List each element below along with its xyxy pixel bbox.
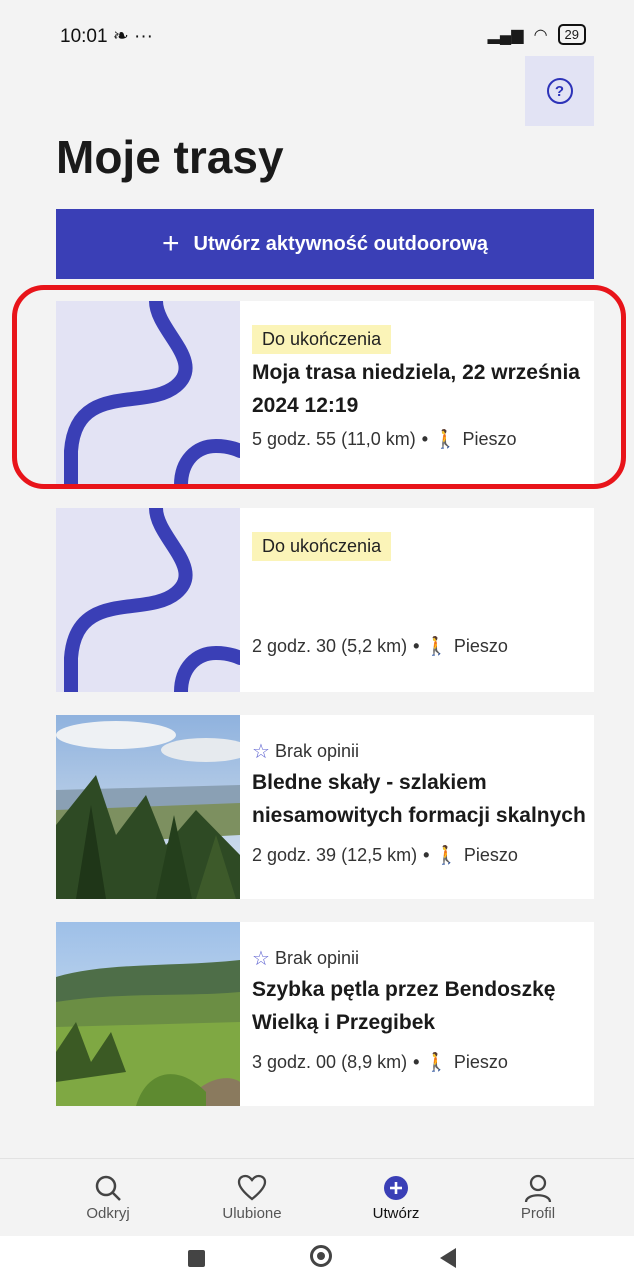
status-badge: Do ukończenia [252, 325, 392, 354]
system-navigation [0, 1236, 634, 1281]
route-meta: 2 godz. 39 (12,5 km) • 🚶 Pieszo [252, 845, 518, 865]
signal-icon: ▂▄▆ [487, 26, 524, 44]
walking-icon: 🚶 [434, 429, 457, 449]
star-icon: ☆ [252, 741, 270, 763]
walking-icon: 🚶 [425, 636, 448, 656]
route-duration: 3 godz. 00 (8,9 km) [252, 1052, 408, 1072]
plus-circle-icon [336, 1171, 456, 1205]
route-mode: Pieszo [463, 845, 518, 865]
back-button[interactable] [440, 1248, 456, 1268]
nav-favorites[interactable]: Ulubione [192, 1171, 312, 1222]
walking-icon: 🚶 [425, 1052, 448, 1072]
page-title: Moje trasy [56, 131, 284, 183]
help-icon: ? [546, 78, 573, 104]
route-info: Do ukończenia Moja trasa niedziela, 22 w… [240, 301, 594, 485]
route-thumbnail [56, 301, 240, 485]
route-card[interactable]: Do ukończenia Moja trasa niedziela, 22 w… [56, 301, 594, 485]
route-meta: 2 godz. 30 (5,2 km) • 🚶 Pieszo [252, 636, 508, 656]
route-mode: Pieszo [453, 1052, 508, 1072]
route-info: ☆ Brak opinii Szybka pętla przez Bendoszk… [240, 922, 594, 1106]
rating: ☆ Brak opinii [252, 948, 359, 970]
route-info: ☆ Brak opinii Bledne skały - szlakiem nie… [240, 715, 594, 899]
route-meta: 3 godz. 00 (8,9 km) • 🚶 Pieszo [252, 1052, 508, 1072]
plus-icon: + [162, 227, 180, 260]
create-activity-button[interactable]: + Utwórz aktywność outdoorową [56, 209, 594, 279]
nav-label: Profil [520, 1205, 556, 1222]
route-mode: Pieszo [462, 429, 517, 449]
route-card[interactable]: ☆ Brak opinii Bledne skały - szlakiem nie… [56, 715, 594, 899]
help-button[interactable]: ? [525, 56, 594, 126]
star-icon: ☆ [252, 948, 270, 970]
person-icon [478, 1171, 598, 1205]
recents-button[interactable] [188, 1250, 205, 1267]
bottom-navigation: Odkryj Ulubione Utwórz Profil [0, 1158, 634, 1237]
route-duration: 5 godz. 55 (11,0 km) [252, 429, 416, 449]
nav-create[interactable]: Utwórz [336, 1171, 456, 1222]
route-card[interactable]: Do ukończenia 2 godz. 30 (5,2 km) • 🚶 Pi… [56, 508, 594, 692]
wifi-icon: ◠ [533, 26, 548, 44]
route-info: Do ukończenia 2 godz. 30 (5,2 km) • 🚶 Pi… [240, 508, 594, 692]
route-photo [56, 922, 240, 1106]
walking-icon: 🚶 [435, 845, 458, 865]
search-icon [48, 1171, 168, 1205]
nav-label: Utwórz [372, 1205, 420, 1222]
create-activity-label: Utwórz aktywność outdoorową [193, 232, 488, 255]
route-duration: 2 godz. 39 (12,5 km) [252, 845, 418, 865]
route-title: Bledne skały - szlakiem niesamowitych fo… [252, 771, 586, 827]
status-time: 10:01 ❧ ··· [60, 26, 154, 47]
heart-icon [192, 1171, 312, 1205]
route-title: Moja trasa niedziela, 22 września 2024 1… [252, 361, 580, 417]
route-duration: 2 godz. 30 (5,2 km) [252, 636, 408, 656]
nav-discover[interactable]: Odkryj [48, 1171, 168, 1222]
nav-profile[interactable]: Profil [478, 1171, 598, 1222]
rating: ☆ Brak opinii [252, 741, 359, 763]
route-thumbnail [56, 508, 240, 692]
battery-icon: 29 [557, 24, 586, 45]
status-badge: Do ukończenia [252, 532, 392, 561]
home-button[interactable] [310, 1245, 332, 1267]
nav-label: Odkryj [86, 1205, 130, 1222]
route-meta: 5 godz. 55 (11,0 km) • 🚶 Pieszo [252, 429, 517, 449]
route-title: Szybka pętla przez Bendoszkę Wielką i Pr… [252, 978, 556, 1034]
route-card[interactable]: ☆ Brak opinii Szybka pętla przez Bendoszk… [56, 922, 594, 1106]
status-icons: ▂▄▆ ◠ 29 [488, 24, 586, 45]
route-mode: Pieszo [453, 636, 508, 656]
route-photo [56, 715, 240, 899]
nav-label: Ulubione [222, 1205, 282, 1222]
